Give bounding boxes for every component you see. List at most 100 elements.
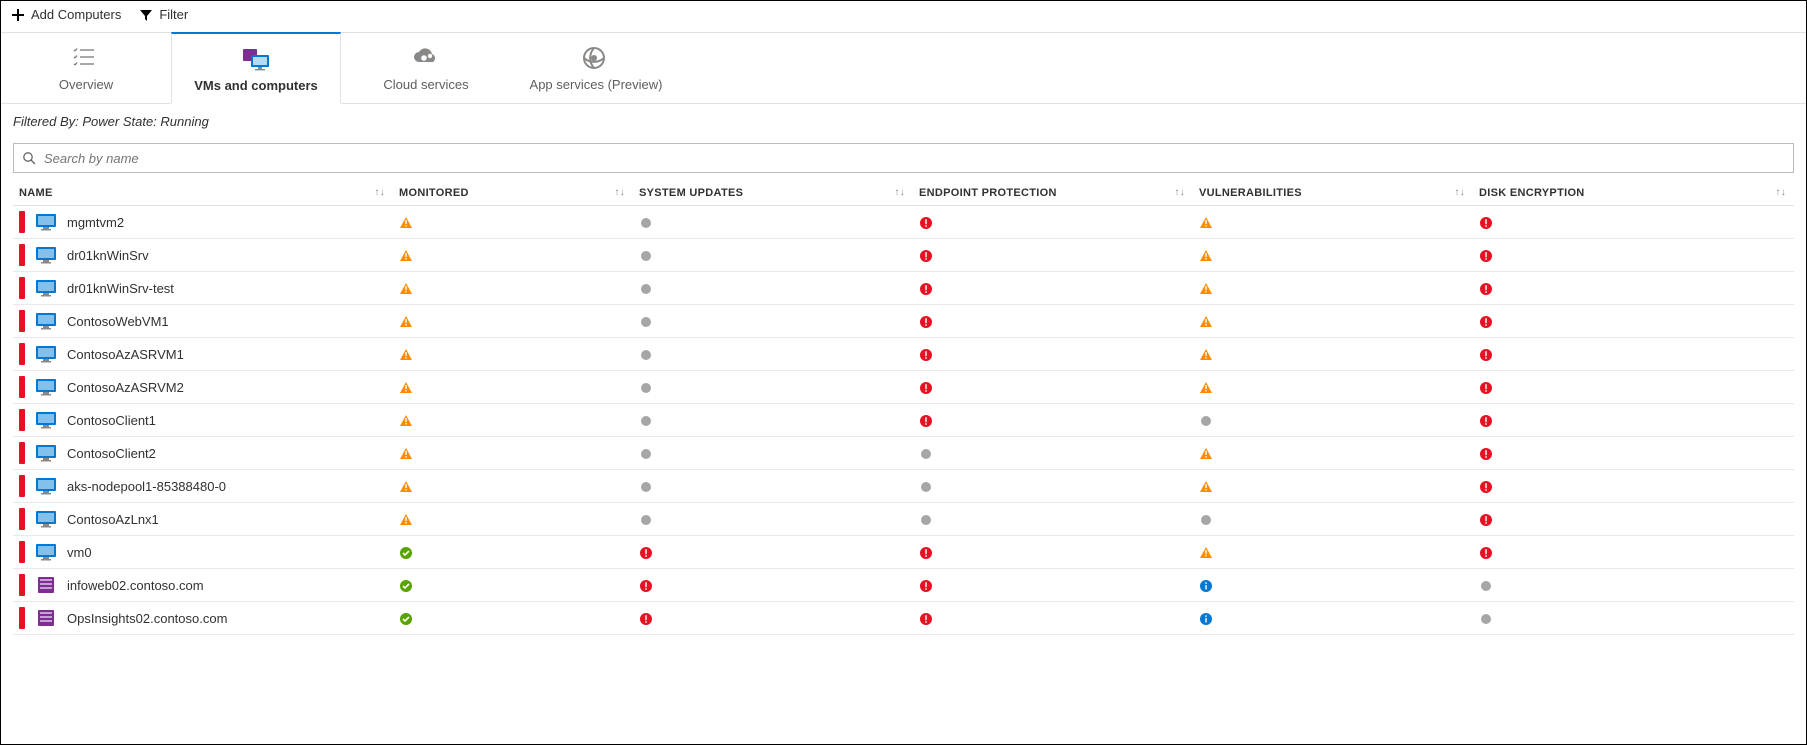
row-name: ContosoAzLnx1	[67, 512, 159, 527]
ok-icon	[399, 546, 413, 560]
error-icon	[919, 315, 933, 329]
error-icon	[639, 612, 653, 626]
table-row[interactable]: vm0	[13, 536, 1794, 569]
none-icon	[639, 480, 653, 494]
computers-table: NAME↑↓MONITORED↑↓SYSTEM UPDATES↑↓ENDPOIN…	[13, 181, 1794, 635]
severity-bar	[19, 409, 25, 431]
add-computers-label: Add Computers	[31, 7, 121, 22]
row-name: infoweb02.contoso.com	[67, 578, 204, 593]
tab-label: App services (Preview)	[519, 77, 673, 92]
table-row[interactable]: ContosoAzASRVM1	[13, 338, 1794, 371]
table-row[interactable]: dr01knWinSrv-test	[13, 272, 1794, 305]
table-row[interactable]: ContosoAzASRVM2	[13, 371, 1794, 404]
column-label: NAME	[19, 187, 53, 199]
search-input[interactable]	[42, 150, 1785, 167]
none-icon	[639, 315, 653, 329]
table-row[interactable]: ContosoClient2	[13, 437, 1794, 470]
error-icon	[1479, 315, 1493, 329]
column-header-vulnerabilities[interactable]: VULNERABILITIES↑↓	[1193, 181, 1473, 206]
server-icon	[35, 575, 57, 595]
tab-vms-and-computers[interactable]: VMs and computers	[171, 32, 341, 104]
search-icon	[22, 151, 36, 165]
error-icon	[919, 546, 933, 560]
none-icon	[1199, 414, 1213, 428]
vm-icon	[35, 245, 57, 265]
error-icon	[1479, 480, 1493, 494]
table-row[interactable]: OpsInsights02.contoso.com	[13, 602, 1794, 635]
vm-icon	[35, 476, 57, 496]
sort-icon: ↑↓	[1174, 187, 1185, 198]
warning-icon	[1199, 216, 1213, 230]
filter-icon	[139, 8, 153, 22]
row-name: ContosoAzASRVM1	[67, 347, 184, 362]
error-icon	[1479, 348, 1493, 362]
severity-bar	[19, 541, 25, 563]
severity-bar	[19, 607, 25, 629]
filter-summary: Filtered By: Power State: Running	[1, 104, 1806, 137]
plus-icon	[11, 8, 25, 22]
vm-icon	[35, 344, 57, 364]
tab-cloud-services[interactable]: Cloud services	[341, 33, 511, 103]
column-header-endpoint-protection[interactable]: ENDPOINT PROTECTION ↑↓	[913, 181, 1193, 206]
error-icon	[1479, 381, 1493, 395]
error-icon	[1479, 249, 1493, 263]
severity-bar	[19, 442, 25, 464]
column-label: SYSTEM UPDATES	[639, 187, 743, 199]
error-icon	[919, 282, 933, 296]
none-icon	[1479, 579, 1493, 593]
vm-icon	[241, 47, 271, 71]
tab-overview[interactable]: Overview	[1, 33, 171, 103]
vm-icon	[35, 377, 57, 397]
column-header-system-updates[interactable]: SYSTEM UPDATES↑↓	[633, 181, 913, 206]
row-name: ContosoClient2	[67, 446, 156, 461]
info-icon	[1199, 612, 1213, 626]
filter-button[interactable]: Filter	[139, 7, 188, 22]
row-name: aks-nodepool1-85388480-0	[67, 479, 226, 494]
column-label: DISK ENCRYPTION	[1479, 187, 1585, 199]
row-name: mgmtvm2	[67, 215, 124, 230]
row-name: vm0	[67, 545, 92, 560]
warning-icon	[1199, 315, 1213, 329]
warning-icon	[399, 381, 413, 395]
row-name: ContosoWebVM1	[67, 314, 169, 329]
table-row[interactable]: ContosoAzLnx1	[13, 503, 1794, 536]
error-icon	[919, 216, 933, 230]
column-header-monitored[interactable]: MONITORED↑↓	[393, 181, 633, 206]
column-header-disk-encryption[interactable]: DISK ENCRYPTION↑↓	[1473, 181, 1794, 206]
none-icon	[639, 414, 653, 428]
column-label: VULNERABILITIES	[1199, 187, 1302, 199]
none-icon	[639, 216, 653, 230]
none-icon	[919, 480, 933, 494]
row-name: dr01knWinSrv-test	[67, 281, 174, 296]
table-row[interactable]: dr01knWinSrv	[13, 239, 1794, 272]
none-icon	[1199, 513, 1213, 527]
warning-icon	[1199, 447, 1213, 461]
tab-app-services-preview-[interactable]: App services (Preview)	[511, 33, 681, 103]
severity-bar	[19, 508, 25, 530]
table-row[interactable]: ContosoWebVM1	[13, 305, 1794, 338]
error-icon	[919, 579, 933, 593]
warning-icon	[399, 414, 413, 428]
vm-icon	[35, 509, 57, 529]
severity-bar	[19, 376, 25, 398]
error-icon	[919, 381, 933, 395]
tab-label: Cloud services	[349, 77, 503, 92]
error-icon	[919, 612, 933, 626]
search-box[interactable]	[13, 143, 1794, 173]
table-row[interactable]: mgmtvm2	[13, 206, 1794, 239]
vm-icon	[35, 212, 57, 232]
ok-icon	[399, 612, 413, 626]
column-label: ENDPOINT PROTECTION	[919, 187, 1057, 199]
table-row[interactable]: ContosoClient1	[13, 404, 1794, 437]
table-row[interactable]: infoweb02.contoso.com	[13, 569, 1794, 602]
row-name: ContosoAzASRVM2	[67, 380, 184, 395]
warning-icon	[1199, 282, 1213, 296]
table-row[interactable]: aks-nodepool1-85388480-0	[13, 470, 1794, 503]
warning-icon	[399, 348, 413, 362]
error-icon	[1479, 546, 1493, 560]
error-icon	[1479, 216, 1493, 230]
row-name: dr01knWinSrv	[67, 248, 149, 263]
add-computers-button[interactable]: Add Computers	[11, 7, 121, 22]
none-icon	[639, 513, 653, 527]
column-header-name[interactable]: NAME↑↓	[13, 181, 393, 206]
